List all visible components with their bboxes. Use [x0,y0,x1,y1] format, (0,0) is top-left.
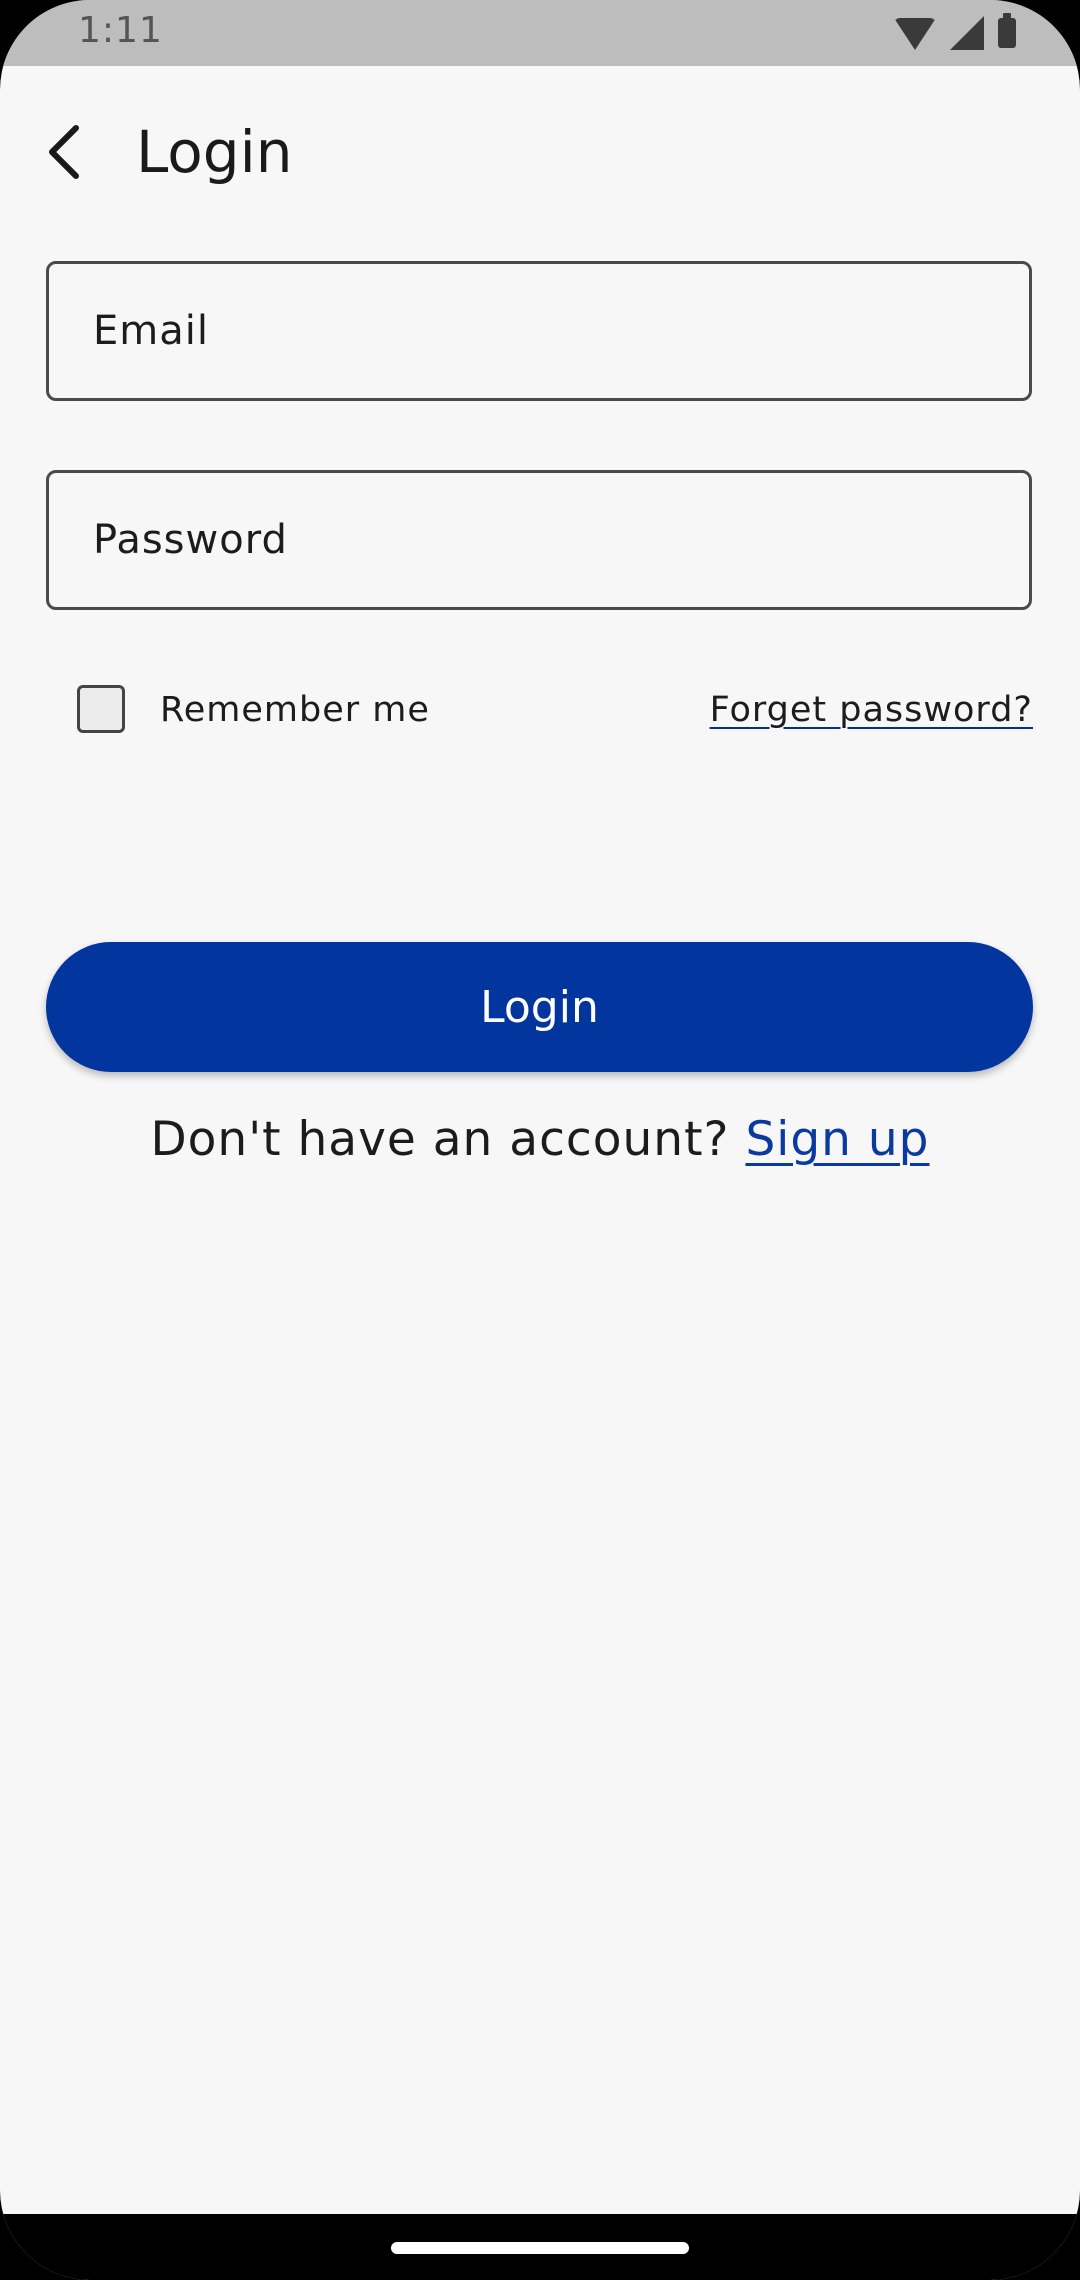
status-icons [894,13,1016,50]
remember-me-checkbox[interactable] [77,685,125,733]
remember-me-label: Remember me [160,690,430,730]
login-screen: 1:11 Login Remember me Forget password? … [0,0,1080,2280]
forgot-password-link[interactable]: Forget password? [710,690,1033,730]
status-time: 1:11 [78,10,163,51]
home-indicator[interactable] [391,2242,689,2254]
signup-row: Don't have an account? Sign up [0,1112,1080,1167]
signup-link[interactable]: Sign up [745,1112,929,1167]
email-input[interactable] [49,264,1029,398]
wifi-icon [894,18,936,50]
status-bar: 1:11 [0,0,1080,66]
back-button[interactable] [24,112,104,192]
password-input[interactable] [49,473,1029,607]
signup-prompt: Don't have an account? [150,1112,730,1167]
chevron-left-icon [49,125,79,179]
page-title: Login [136,118,293,186]
password-field[interactable] [46,470,1032,610]
cellular-signal-icon [950,16,984,50]
app-bar: Login [0,66,1080,236]
battery-icon [998,13,1016,48]
login-button[interactable]: Login [46,942,1033,1072]
email-field[interactable] [46,261,1032,401]
